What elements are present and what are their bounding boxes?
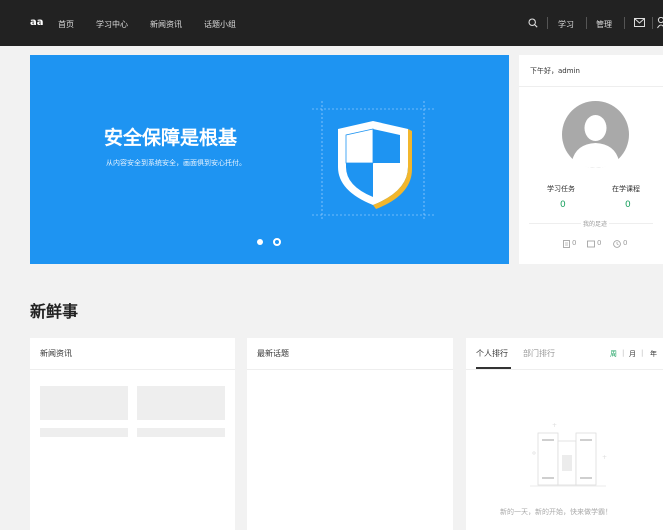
footprint-docs-count[interactable]: 0	[572, 239, 576, 247]
user-card: 下午好，admin 学习任务 在学课程 0 0 我的足迹 0 0 0	[519, 55, 663, 264]
tab-personal-ranking[interactable]: 个人排行	[476, 348, 508, 359]
loading-placeholder	[137, 386, 225, 420]
search-icon[interactable]	[528, 18, 538, 28]
current-courses-count[interactable]: 0	[625, 200, 631, 210]
topics-panel: 最新话题	[247, 338, 453, 530]
shield-icon	[312, 101, 434, 219]
news-panel-title[interactable]: 新闻资讯	[40, 348, 72, 359]
mail-icon[interactable]	[634, 18, 645, 27]
clock-icon	[613, 240, 621, 248]
loading-placeholder	[40, 386, 128, 420]
svg-text:+: +	[552, 422, 557, 429]
nav-study[interactable]: 学习	[558, 19, 574, 30]
footprint-history-count[interactable]: 0	[623, 239, 627, 247]
user-menu-icon[interactable]	[657, 17, 663, 29]
divider	[247, 369, 453, 370]
top-navbar: aa 首页 学习中心 新闻资讯 话题小组 学习 管理	[0, 0, 663, 46]
divider	[30, 369, 235, 370]
topics-panel-title[interactable]: 最新话题	[257, 348, 289, 359]
divider	[586, 17, 587, 29]
divider	[624, 17, 625, 29]
video-icon	[587, 240, 595, 248]
divider	[547, 17, 548, 29]
avatar[interactable]	[562, 101, 629, 168]
carousel-dot-2-active[interactable]	[273, 238, 281, 246]
greeting: 下午好，admin	[530, 67, 580, 75]
current-courses-label: 在学课程	[612, 185, 640, 193]
divider	[652, 17, 653, 29]
document-icon	[563, 240, 570, 248]
news-panel: 新闻资讯	[30, 338, 235, 530]
banner-carousel[interactable]: 安全保障是根基 从内容安全到系统安全，画面俱到安心托付。	[30, 55, 509, 264]
svg-text:+: +	[602, 454, 607, 461]
learning-tasks-count[interactable]: 0	[560, 200, 566, 210]
ranking-panel: 个人排行 部门排行 周 | 月 | 年 + + 新的一天，新的开始，快来做学霸！	[466, 338, 663, 530]
loading-placeholder	[40, 428, 128, 437]
period-week[interactable]: 周	[610, 349, 617, 359]
nav-learning-center[interactable]: 学习中心	[96, 19, 128, 30]
my-footprint-label: 我的足迹	[581, 219, 610, 228]
logo[interactable]: aa	[30, 17, 44, 28]
banner-subtitle: 从内容安全到系统安全，画面俱到安心托付。	[106, 159, 246, 167]
section-title: 新鲜事	[30, 302, 79, 321]
footprint-videos-count[interactable]: 0	[597, 239, 601, 247]
period-separator: |	[641, 349, 644, 357]
nav-manage[interactable]: 管理	[596, 19, 612, 30]
period-year[interactable]: 年	[650, 349, 657, 359]
loading-placeholder	[137, 428, 225, 437]
learning-tasks-label: 学习任务	[547, 185, 575, 193]
divider	[519, 86, 663, 87]
empty-state-illustration: + +	[530, 422, 607, 487]
tab-department-ranking[interactable]: 部门排行	[523, 348, 555, 359]
nav-topic-groups[interactable]: 话题小组	[204, 19, 236, 30]
nav-news[interactable]: 新闻资讯	[150, 19, 182, 30]
divider	[466, 369, 663, 370]
period-month[interactable]: 月	[629, 349, 636, 359]
banner-title: 安全保障是根基	[104, 127, 238, 149]
empty-state-text: 新的一天，新的开始，快来做学霸！	[500, 508, 612, 516]
carousel-dot-1[interactable]	[257, 239, 263, 245]
period-separator: |	[622, 349, 625, 357]
nav-home[interactable]: 首页	[58, 19, 74, 30]
